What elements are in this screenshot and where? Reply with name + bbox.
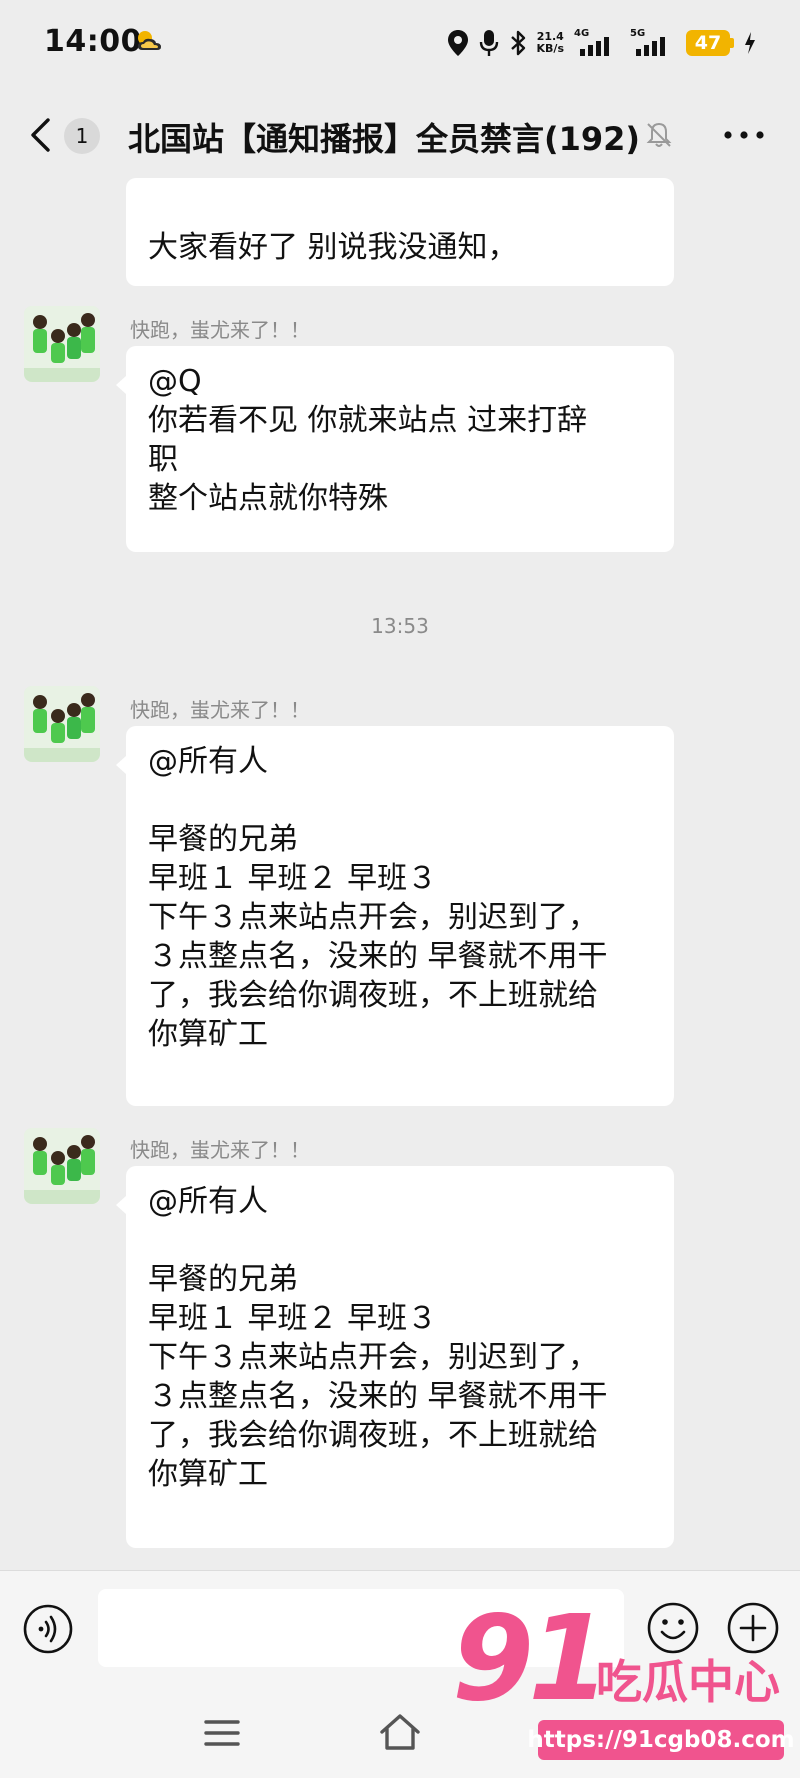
status-bar: 14:00 21.4 KB/s 4G 5G 47: [0, 0, 800, 90]
sender-name: 快跑，蚩尤来了！！: [130, 698, 310, 722]
avatar-image: [24, 1128, 100, 1204]
back-icon[interactable]: [28, 117, 54, 153]
network-speed: 21.4 KB/s: [537, 31, 564, 55]
watermark-number: 91: [452, 1589, 610, 1727]
avatar-image: [24, 686, 100, 762]
time-separator: 13:53: [371, 614, 429, 638]
sender-name: 快跑，蚩尤来了！！: [130, 318, 310, 342]
charging-icon: [745, 32, 755, 54]
message-bubble[interactable]: @Q 你若看不见 你就来站点 过来打辞 职 整个站点就你特殊: [116, 346, 674, 552]
signal-sim1-icon: 4G: [574, 28, 620, 58]
message-bubble[interactable]: @所有人 早餐的兄弟 早班１ 早班２ 早班３ 下午３点来站点开会，别迟到了， ３…: [116, 726, 674, 1106]
menu-icon[interactable]: [202, 1718, 242, 1748]
signal-sim2-icon: 5G: [630, 28, 676, 58]
battery-icon: 47: [686, 30, 734, 56]
voice-input-icon[interactable]: [22, 1603, 74, 1655]
avatar[interactable]: [24, 1128, 100, 1204]
more-options-icon[interactable]: [722, 130, 766, 140]
location-icon: [447, 30, 468, 56]
sender-name: 快跑，蚩尤来了！！: [130, 1138, 310, 1162]
avatar-image: [24, 306, 100, 382]
status-icons: 21.4 KB/s 4G 5G 47: [447, 26, 756, 60]
avatar[interactable]: [24, 306, 100, 382]
network-speed-unit: KB/s: [536, 42, 564, 55]
watermark-url: https://91cgb08.com: [527, 1720, 795, 1760]
mute-bell-icon: [646, 122, 672, 147]
microphone-icon: [479, 30, 498, 56]
bluetooth-icon: [510, 30, 525, 56]
avatar[interactable]: [24, 686, 100, 762]
battery-level: 47: [686, 30, 730, 56]
message-bubble[interactable]: @所有人 早餐的兄弟 早班１ 早班２ 早班３ 下午３点来站点开会，别迟到了， ３…: [116, 1166, 674, 1548]
message-bubble[interactable]: 大家看好了 别说我没通知，: [126, 178, 674, 286]
chat-header: 1 北国站【通知播报】全员禁言(192): [0, 90, 800, 180]
weather-icon: [138, 31, 161, 50]
home-icon[interactable]: [378, 1712, 422, 1752]
chat-title: 北国站【通知播报】全员禁言(192): [128, 120, 641, 158]
watermark-brand: 吃瓜中心: [596, 1655, 780, 1709]
unread-count-badge[interactable]: 1: [64, 118, 100, 154]
status-time: 14:00: [44, 24, 142, 59]
